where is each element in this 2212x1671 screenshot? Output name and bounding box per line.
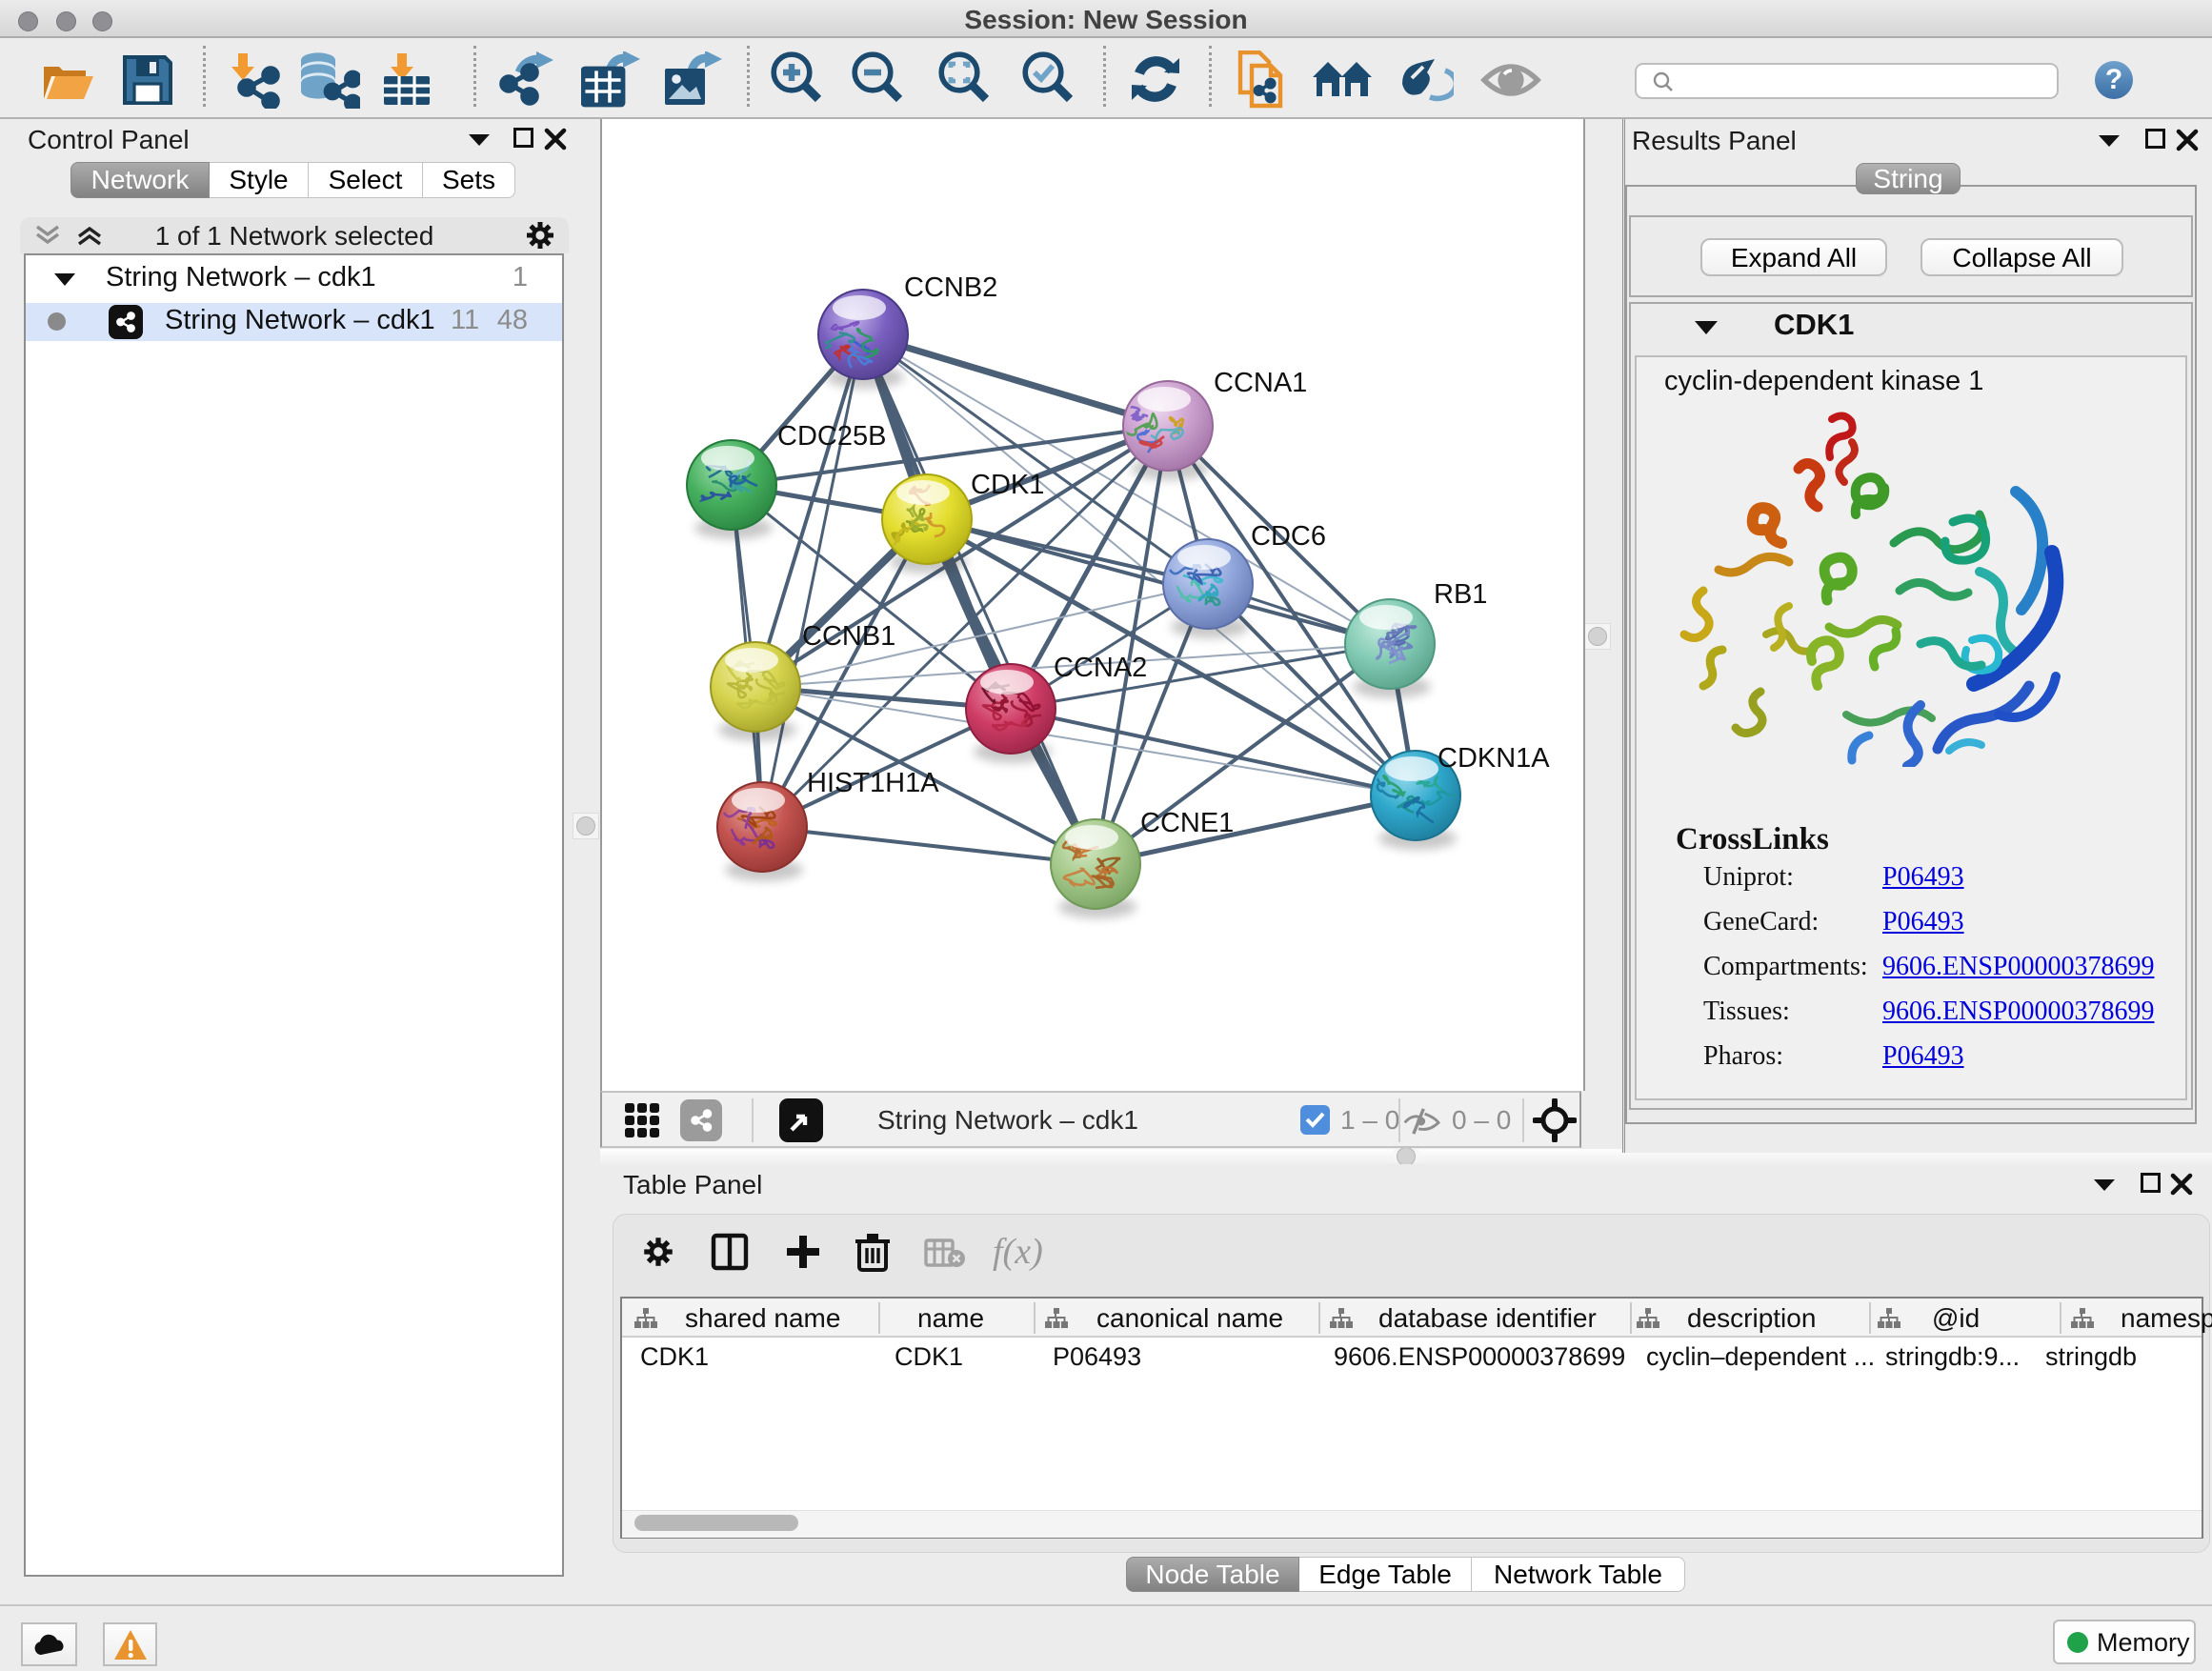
svg-text:CCNA2: CCNA2	[1054, 653, 1147, 683]
svg-text:CDC6: CDC6	[1251, 521, 1326, 552]
svg-text:CCNB2: CCNB2	[904, 272, 997, 303]
svg-text:CDKN1A: CDKN1A	[1438, 743, 1550, 774]
svg-text:CCNB1: CCNB1	[802, 621, 895, 652]
svg-text:CDK1: CDK1	[971, 470, 1044, 500]
svg-text:CDC25B: CDC25B	[777, 421, 886, 452]
svg-text:HIST1H1A: HIST1H1A	[807, 768, 939, 798]
svg-text:CCNE1: CCNE1	[1140, 808, 1234, 838]
svg-text:CCNA1: CCNA1	[1214, 368, 1307, 398]
svg-text:RB1: RB1	[1434, 579, 1487, 610]
